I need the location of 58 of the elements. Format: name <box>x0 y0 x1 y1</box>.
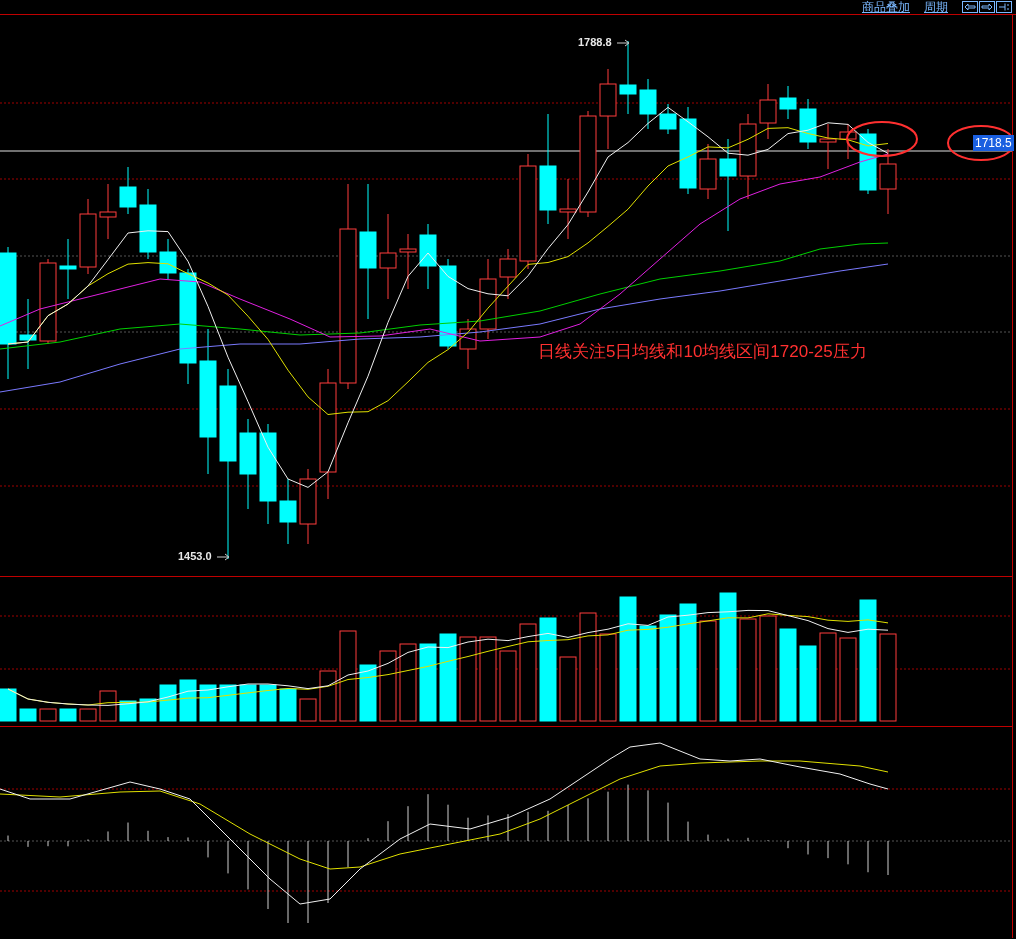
volume-bar <box>259 684 277 722</box>
candlestick <box>779 85 797 120</box>
volume-bar <box>59 708 77 722</box>
volume-bar <box>499 650 517 722</box>
candlestick <box>799 98 817 150</box>
candlestick <box>879 148 897 215</box>
volume-bar <box>319 670 337 722</box>
right-arrow-icon <box>981 3 993 11</box>
annotation-text: 日线关注5日均线和10均线区间1720-25压力 <box>538 341 867 363</box>
toolbar-link[interactable]: 商品叠加 <box>862 0 910 14</box>
right-arrow-button[interactable] <box>979 1 995 13</box>
low-price-label: 1453.0 <box>178 550 212 562</box>
candlestick <box>399 233 417 290</box>
candlestick <box>859 128 877 195</box>
volume-bar <box>139 698 157 722</box>
candlestick <box>459 318 477 370</box>
volume-bar <box>379 650 397 722</box>
price-tag: 1718.5 <box>973 135 1014 151</box>
toolbar-link[interactable]: 周期 <box>924 0 948 14</box>
volume-bar <box>39 708 57 722</box>
candlestick <box>279 478 297 545</box>
highlight-ellipse <box>846 121 918 157</box>
candlestick <box>159 238 177 280</box>
candlestick <box>759 83 777 140</box>
volume-bar <box>219 684 237 722</box>
high-price-label: 1788.8 <box>578 36 612 48</box>
volume-bar <box>119 700 137 722</box>
volume-bar <box>299 698 317 722</box>
volume-bar <box>179 679 197 722</box>
candlestick <box>139 188 157 260</box>
volume-bar <box>159 684 177 722</box>
layout-button[interactable] <box>996 1 1012 13</box>
volume-bar <box>279 688 297 722</box>
volume-bar <box>19 708 37 722</box>
candlestick <box>419 223 437 290</box>
panel-split-icon <box>998 3 1010 11</box>
volume-bar <box>199 684 217 722</box>
candlestick <box>819 123 837 170</box>
volume-bar <box>99 690 117 722</box>
candlestick <box>559 178 577 240</box>
candlestick <box>659 103 677 135</box>
volume-bar <box>79 708 97 722</box>
candlestick <box>499 248 517 300</box>
volume-bar <box>559 656 577 722</box>
volume-bar <box>239 684 257 722</box>
candlestick <box>119 166 137 215</box>
volume-bar <box>0 688 17 722</box>
arrow-icon <box>216 553 230 561</box>
left-arrow-icon <box>964 3 976 11</box>
candlestick <box>99 183 117 240</box>
candlestick <box>699 143 717 200</box>
candlestick <box>19 298 37 370</box>
candlestick <box>639 78 657 130</box>
arrow-icon <box>616 39 630 47</box>
left-arrow-button[interactable] <box>962 1 978 13</box>
candlestick <box>59 238 77 300</box>
volume-bar <box>359 664 377 722</box>
candlestick <box>839 123 857 160</box>
